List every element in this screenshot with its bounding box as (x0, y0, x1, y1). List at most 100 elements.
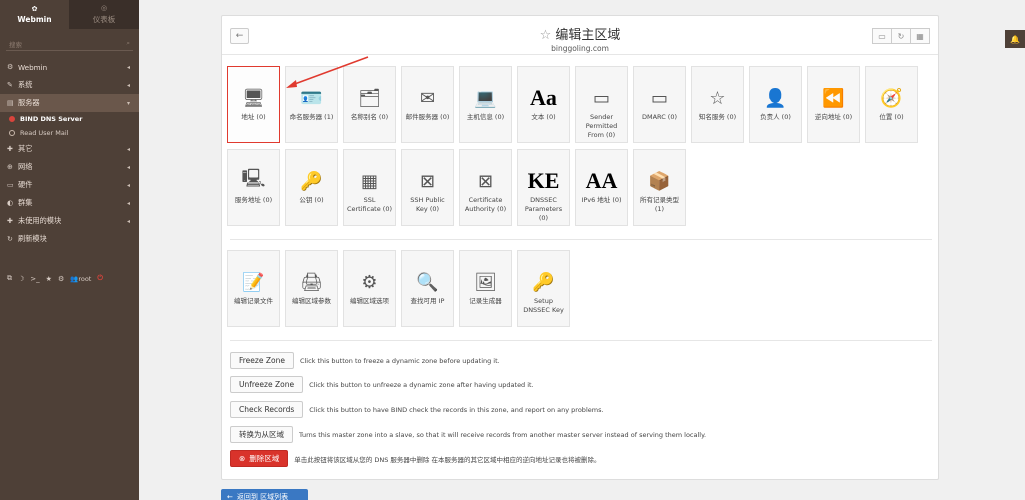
puzzle-icon: ✚ (7, 217, 13, 225)
chevron-left-icon: ◂ (126, 199, 130, 207)
sidebar-item-label: 其它 (18, 144, 33, 153)
record-dnssec[interactable]: KE DNSSEC Parameters (0) (517, 149, 570, 226)
grid-icon: ▦ (916, 31, 924, 41)
tool-find-ip[interactable]: 🔍 查找可用 IP (401, 250, 454, 327)
log-button[interactable]: ▦ (910, 28, 930, 44)
delete-zone-button[interactable]: ⊗ 删除区域 (230, 450, 289, 467)
favorite-star-icon[interactable]: ☆ (540, 28, 552, 43)
record-wellknown[interactable]: ☆ 知名服务 (0) (691, 66, 744, 143)
x-box-icon: ⊠ (477, 170, 494, 192)
header-tools: ▭ ↻ ▦ (872, 28, 930, 44)
tool-setup-dnssec[interactable]: 🔑 Setup DNSSEC Key (517, 250, 570, 327)
record-ipv6[interactable]: AA IPv6 地址 (0) (575, 149, 628, 226)
tab-dashboard[interactable]: ◎ 仪表板 (69, 0, 139, 29)
chevron-left-icon: ◂ (126, 163, 130, 171)
record-label: Certificate Authority (0) (464, 196, 507, 213)
key-icon: 🔑 (532, 271, 555, 293)
unfreeze-zone-button[interactable]: Unfreeze Zone (230, 376, 304, 393)
sidebar-subitem-mail[interactable]: Read User Mail (0, 126, 139, 140)
action-description: Click this button to freeze a dynamic zo… (299, 356, 500, 365)
sidebar-search-input[interactable]: 搜索 ⌕ (6, 37, 133, 51)
tool-label: 编辑区域参数 (292, 297, 331, 305)
terminal-icon[interactable]: ⧉ (7, 274, 12, 283)
logout-icon[interactable]: ⏻ (97, 274, 103, 283)
tool-zone-params[interactable]: 🖨 编辑区域参数 (285, 250, 338, 327)
gears-icon[interactable]: ⚙ (58, 275, 64, 283)
tool-label: 记录生成器 (469, 297, 502, 305)
sidebar-item-unused[interactable]: ✚ 未使用的模块 ◂ (0, 212, 139, 230)
divider (230, 239, 932, 240)
sidebar-item-system[interactable]: ✎ 系统 ◂ (0, 76, 139, 94)
user-menu[interactable]: 👥root (70, 275, 91, 283)
action-description: Turns this master zone into a slave, so … (299, 430, 707, 439)
record-spf[interactable]: ▭ Sender Permitted From (0) (575, 66, 628, 143)
sidebar-item-webmin[interactable]: ⚙ Webmin ◂ (0, 58, 139, 76)
refresh-button[interactable]: ↻ (891, 28, 911, 44)
sidebar-item-label: 硬件 (18, 180, 33, 189)
sidebar-subitem-bind[interactable]: BIND DNS Server (0, 112, 139, 126)
page-title: ☆ 编辑主区域 (222, 16, 938, 43)
refresh-icon: ↻ (897, 31, 905, 41)
star-icon[interactable]: ★ (46, 275, 52, 283)
config-icon: ▭ (878, 31, 886, 41)
action-description: 单击此按钮将该区域从您的 DNS 服务器中删除 在本服务器的其它区域中相应的逆向… (294, 455, 601, 464)
moon-icon[interactable]: ☽ (18, 275, 24, 283)
arrow-left-icon: ← (235, 31, 244, 41)
action-row: 转换为从区域 Turns this master zone into a sla… (230, 426, 706, 443)
magnifier-icon: 🔍 (416, 271, 439, 293)
record-reverse[interactable]: ⏪ 逆向地址 (0) (807, 66, 860, 143)
divider (230, 340, 932, 341)
sidebar-subitem-label: Read User Mail (20, 129, 69, 137)
console-icon[interactable]: >_ (30, 275, 39, 283)
close-circle-icon: ⊗ (239, 454, 246, 463)
back-button[interactable]: ← (230, 28, 249, 44)
sidebar-item-refresh[interactable]: ↻ 刷新模块 (0, 230, 139, 248)
chevron-left-icon: ◂ (126, 217, 130, 225)
record-label: 名称别名 (0) (350, 113, 389, 121)
sidebar-item-hardware[interactable]: ▭ 硬件 ◂ (0, 176, 139, 194)
freeze-zone-button[interactable]: Freeze Zone (230, 352, 294, 369)
record-ca[interactable]: ⊠ Certificate Authority (0) (459, 149, 512, 226)
record-label: 主机信息 (0) (466, 113, 505, 121)
record-responsible[interactable]: 👤 负责人 (0) (749, 66, 802, 143)
dnssec-icon: KE (527, 168, 560, 193)
convert-to-slave-button[interactable]: 转换为从区域 (230, 426, 293, 443)
sidebar-item-network[interactable]: ⊕ 网络 ◂ (0, 158, 139, 176)
sidebar-item-label: 系统 (18, 80, 33, 89)
notification-button[interactable]: 🔔 (1005, 30, 1025, 48)
sidebar-item-servers[interactable]: ▤ 服务器 ▾ (0, 94, 139, 112)
active-dot-icon (9, 116, 15, 122)
tab-webmin[interactable]: ✿ Webmin (0, 0, 69, 29)
webmin-logo-icon: ✿ (31, 5, 38, 13)
record-hostinfo[interactable]: 💻 主机信息 (0) (459, 66, 512, 143)
record-ssh[interactable]: ⊠ SSH Public Key (0) (401, 149, 454, 226)
chevron-left-icon: ◂ (126, 181, 130, 189)
record-ssl[interactable]: ▦ SSL Certificate (0) (343, 149, 396, 226)
network-icon: ⊕ (7, 163, 13, 171)
sidebar-toolbar: ⧉ ☽ >_ ★ ⚙ 👥root ⏻ (7, 274, 103, 283)
tool-record-generator[interactable]: 🖼 记录生成器 (459, 250, 512, 327)
module-config-button[interactable]: ▭ (872, 28, 892, 44)
record-all[interactable]: 📦 所有记录类型 (1) (633, 149, 686, 226)
record-mailserver[interactable]: ✉ 邮件服务器 (0) (401, 66, 454, 143)
sidebar: ✿ Webmin ◎ 仪表板 搜索 ⌕ ⚙ Webmin ◂ ✎ 系统 ◂ ▤ 服务器 ▾ … (0, 0, 139, 500)
tool-zone-options[interactable]: ⚙ 编辑区域选项 (343, 250, 396, 327)
record-text[interactable]: Aa 文本 (0) (517, 66, 570, 143)
record-label: 地址 (0) (241, 113, 266, 121)
sidebar-item-other[interactable]: ✚ 其它 ◂ (0, 140, 139, 158)
tool-edit-records-file[interactable]: 📝 编辑记录文件 (227, 250, 280, 327)
arrow-line (291, 56, 369, 86)
sidebar-item-cluster[interactable]: ◐ 群集 ◂ (0, 194, 139, 212)
return-to-zone-list-button[interactable]: ← 返回到 区域列表 (221, 489, 308, 500)
wrench-icon: ✎ (7, 81, 13, 89)
record-publickey[interactable]: 🔑 公钥 (0) (285, 149, 338, 226)
record-address[interactable]: 🖥 地址 (0) (227, 66, 280, 143)
record-dmarc[interactable]: ▭ DMARC (0) (633, 66, 686, 143)
sidebar-item-label: 群集 (18, 198, 33, 207)
record-location[interactable]: 🧭 位置 (0) (865, 66, 918, 143)
gear-icon: ⚙ (7, 63, 14, 71)
arrow-left-icon: ← (227, 493, 233, 500)
record-service[interactable]: 🖳 服务地址 (0) (227, 149, 280, 226)
star-icon: ☆ (709, 87, 726, 109)
check-records-button[interactable]: Check Records (230, 401, 304, 418)
